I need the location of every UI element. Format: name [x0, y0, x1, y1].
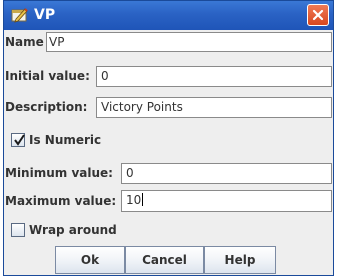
description-field[interactable]: Victory Points: [96, 97, 332, 118]
cancel-button[interactable]: Cancel: [125, 246, 204, 274]
maximum-value-text: 10: [126, 193, 142, 207]
close-button[interactable]: [307, 4, 329, 26]
name-field[interactable]: VP: [46, 32, 332, 52]
wrap-around-checkbox[interactable]: [11, 223, 25, 237]
dialog-content: Name VP Initial value: 0 Description: Vi…: [4, 30, 333, 275]
initial-value-label: Initial value:: [5, 69, 90, 83]
is-numeric-checkbox[interactable]: [11, 133, 25, 147]
checkmark-icon: [14, 134, 25, 146]
minimum-value-label: Minimum value:: [5, 166, 113, 180]
dialog-window: VP Name VP Initial value: 0 Description:…: [3, 0, 334, 276]
close-icon: [312, 9, 324, 21]
minimum-value-field[interactable]: 0: [121, 163, 332, 184]
description-label: Description:: [5, 100, 88, 114]
maximum-value-field[interactable]: 10: [121, 190, 332, 212]
help-button[interactable]: Help: [204, 246, 276, 274]
ok-button[interactable]: Ok: [55, 246, 125, 274]
wrap-around-label: Wrap around: [29, 223, 117, 237]
initial-value-field[interactable]: 0: [96, 66, 332, 87]
text-caret: [142, 193, 144, 206]
window-title: VP: [34, 7, 56, 23]
is-numeric-label: Is Numeric: [29, 133, 102, 147]
edit-icon: [11, 7, 29, 23]
title-bar[interactable]: VP: [4, 1, 333, 30]
maximum-value-label: Maximum value:: [5, 194, 117, 208]
name-label: Name: [5, 35, 44, 49]
